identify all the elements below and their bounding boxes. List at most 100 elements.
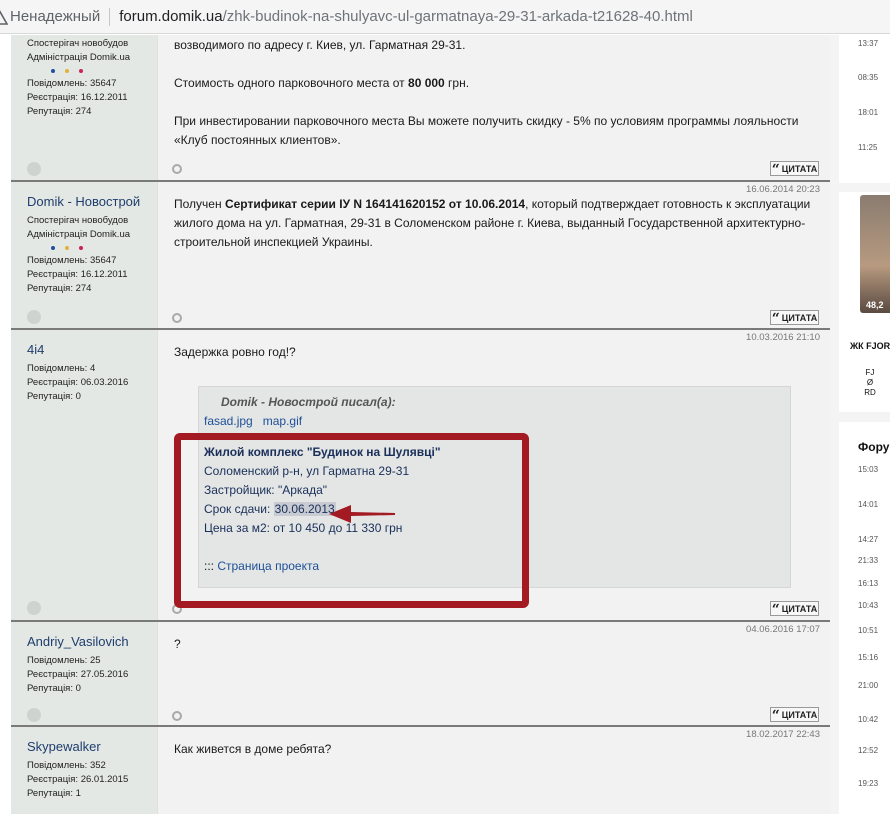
post-count: Повідомлень: 4 bbox=[27, 363, 96, 374]
news-item[interactable]: 13:37К D bbox=[858, 39, 878, 48]
project-logo: FJ Ø RD bbox=[864, 368, 876, 397]
post-link-icon[interactable] bbox=[172, 164, 182, 174]
reputation: Репутація: 1 bbox=[27, 788, 81, 799]
post-date: 10.03.2016 21:10 bbox=[746, 332, 820, 343]
forum-topic-item[interactable]: 12:52П к bbox=[858, 746, 878, 755]
username-link[interactable]: Domik - Новострой bbox=[27, 194, 157, 210]
quote-button[interactable]: “ЦИТАТА bbox=[770, 601, 819, 618]
online-status-icon bbox=[27, 601, 41, 615]
post: Domik - Новострой Спостерігач новобудов … bbox=[11, 182, 830, 328]
forum-topic-item[interactable]: 14:27Н bbox=[858, 535, 878, 544]
post-content: 18.02.2017 22:43 Как живется в доме ребя… bbox=[157, 727, 830, 814]
attachment-fasad[interactable]: fasad.jpg bbox=[204, 414, 253, 428]
username-link[interactable]: Andriy_Vasilovich bbox=[27, 634, 157, 650]
news-item[interactable]: 11:25Ц д bbox=[858, 143, 877, 152]
post-body: Получен Сертификат серии ІУ N 1641416201… bbox=[174, 197, 811, 249]
forum-topic-item[interactable]: 10:42Б п bbox=[858, 715, 878, 724]
forum-topic-item[interactable]: 15:03Д л bbox=[858, 465, 878, 474]
forum-topic-item[interactable]: 16:13К bbox=[858, 579, 878, 588]
post-link-icon[interactable] bbox=[172, 313, 182, 323]
post: Спостерігач новобудов Адміністрація Domi… bbox=[11, 35, 830, 180]
quote-button[interactable]: “ЦИТАТА bbox=[770, 707, 819, 724]
post-count: Повідомлень: 25 bbox=[27, 655, 101, 666]
post-author-panel: Skypewalker Повідомлень: 352 Реєстрація:… bbox=[11, 727, 157, 814]
security-label: Ненадежный bbox=[10, 8, 101, 25]
forum-topic-item[interactable]: 19:23Р м bbox=[858, 779, 878, 788]
post-body: ? bbox=[174, 637, 181, 651]
post-count: Повідомлень: 35647 bbox=[27, 255, 117, 266]
online-status-icon bbox=[27, 310, 41, 324]
project-card[interactable]: 48,2 ЖК FJOR FJ Ø RD bbox=[839, 192, 890, 412]
reputation: Репутація: 274 bbox=[27, 106, 92, 117]
forum-topic-item[interactable]: 10:43О bbox=[858, 601, 878, 610]
project-photo-price: 48,2 bbox=[866, 300, 884, 310]
attachment-map[interactable]: map.gif bbox=[263, 414, 302, 428]
forum-widget-title: Фору bbox=[858, 440, 890, 454]
user-role: Адміністрація Domik.ua bbox=[27, 52, 131, 63]
forum-topic-item[interactable]: 14:01П к bbox=[858, 500, 878, 509]
registration-date: Реєстрація: 16.12.2011 bbox=[27, 92, 128, 103]
url-host: forum.domik.ua bbox=[119, 8, 223, 25]
post-author-panel: Andriy_Vasilovich Повідомлень: 25 Реєстр… bbox=[11, 622, 157, 725]
quote-mark-icon: “ bbox=[771, 602, 780, 618]
reputation: Репутація: 274 bbox=[27, 283, 92, 294]
url-path: /zhk-budinok-na-shulyavc-ul-garmatnaya-2… bbox=[222, 8, 693, 25]
forum-widget: Фору 15:03Д л 14:01П к 14:27Н 21:33Б 16:13К 1… bbox=[839, 422, 890, 814]
post-count: Повідомлень: 352 bbox=[27, 760, 106, 771]
username-link[interactable]: 4i4 bbox=[27, 342, 157, 358]
quote-author: Domik - Новострой писал(а): bbox=[221, 395, 396, 409]
project-name[interactable]: ЖК FJOR bbox=[850, 341, 890, 351]
left-gutter bbox=[0, 35, 11, 814]
news-item[interactable]: 08:35Т б bbox=[858, 73, 878, 82]
post-count: Повідомлень: 35647 bbox=[27, 78, 117, 89]
registration-date: Реєстрація: 06.03.2016 bbox=[27, 377, 129, 388]
registration-date: Реєстрація: 26.01.2015 bbox=[27, 774, 129, 785]
registration-date: Реєстрація: 16.12.2011 bbox=[27, 269, 128, 280]
post-content: возводимого по адресу г. Киев, ул. Гарма… bbox=[157, 35, 830, 180]
quote-mark-icon: “ bbox=[771, 162, 780, 178]
forum-topic-item[interactable]: 15:16О bbox=[858, 653, 878, 662]
username-link[interactable]: Skypewalker bbox=[27, 739, 157, 755]
post-body: возводимого по адресу г. Киев, ул. Гарма… bbox=[174, 38, 799, 147]
right-sidebar: 13:37К D 08:35Т б 18:01К б 11:25Ц д 48,2… bbox=[830, 35, 890, 814]
post-author-panel: 4i4 Повідомлень: 4 Реєстрація: 06.03.201… bbox=[11, 330, 157, 620]
forum-topic-item[interactable]: 21:33Б bbox=[858, 556, 878, 565]
reputation: Репутація: 0 bbox=[27, 683, 81, 694]
reputation: Репутація: 0 bbox=[27, 391, 81, 402]
forum-topic-item[interactable]: 21:00О м bbox=[858, 681, 878, 690]
post-author-panel: Domik - Новострой Спостерігач новобудов … bbox=[11, 182, 157, 328]
user-role: Адміністрація Domik.ua bbox=[27, 229, 131, 240]
post-author-panel: Спостерігач новобудов Адміністрація Domi… bbox=[11, 35, 157, 180]
address-divider bbox=[109, 7, 111, 26]
post-date: 18.02.2017 22:43 bbox=[746, 729, 820, 740]
forum-thread: Спостерігач новобудов Адміністрація Domi… bbox=[11, 35, 830, 814]
quote-button[interactable]: “ЦИТАТА bbox=[770, 310, 819, 327]
user-title: Спостерігач новобудов bbox=[27, 38, 129, 49]
user-title: Спостерігач новобудов bbox=[27, 215, 129, 226]
quote-mark-icon: “ bbox=[771, 311, 780, 327]
post-link-icon[interactable] bbox=[172, 711, 182, 721]
post: Skypewalker Повідомлень: 352 Реєстрація:… bbox=[11, 727, 830, 814]
rank-dots bbox=[27, 242, 157, 254]
post-body: Как живется в доме ребята? bbox=[174, 742, 332, 756]
security-warning[interactable]: Ненадежный bbox=[0, 8, 100, 26]
quote-button[interactable]: “ЦИТАТА bbox=[770, 161, 819, 178]
post-body: Задержка ровно год!? bbox=[174, 345, 296, 359]
project-photo[interactable]: 48,2 bbox=[860, 195, 890, 313]
post-date: 16.06.2014 20:23 bbox=[746, 184, 820, 195]
post-content: 04.06.2016 17:07 ? “ЦИТАТА bbox=[157, 622, 830, 725]
forum-topic-item[interactable]: 10:51О м bbox=[858, 626, 878, 635]
post-content: 16.06.2014 20:23 Получен Сертификат сери… bbox=[157, 182, 830, 328]
warning-icon bbox=[0, 9, 8, 25]
post: Andriy_Vasilovich Повідомлень: 25 Реєстр… bbox=[11, 622, 830, 725]
online-status-icon bbox=[27, 162, 41, 176]
quote-mark-icon: “ bbox=[771, 708, 780, 724]
news-item[interactable]: 18:01К б bbox=[858, 108, 878, 117]
address-bar[interactable]: Ненадежный forum.domik.ua /zhk-budinok-n… bbox=[0, 0, 890, 34]
online-status-icon bbox=[27, 708, 41, 722]
rank-dots bbox=[27, 65, 157, 77]
news-widget: 13:37К D 08:35Т б 18:01К б 11:25Ц д bbox=[839, 35, 890, 183]
attachment-links: fasad.jpg map.gif bbox=[204, 412, 790, 431]
registration-date: Реєстрація: 27.05.2016 bbox=[27, 669, 129, 680]
post-date: 04.06.2016 17:07 bbox=[746, 624, 820, 635]
